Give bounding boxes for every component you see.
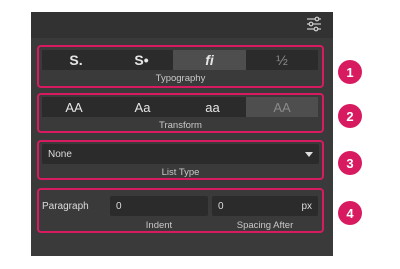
callout-badge-2: 2 [338,104,362,128]
indent-input[interactable]: 0 [110,196,208,216]
callout-badge-1: 1 [338,60,362,84]
list-type-value: None [48,148,72,160]
settings-sliders-icon[interactable] [305,15,323,33]
typography-caption: Typography [155,73,206,84]
callout-badge-4: 4 [338,201,362,225]
spacing-after-value: 0 [218,200,224,212]
paragraph-label: Paragraph [42,201,89,212]
transform-button-small-caps[interactable]: AA [246,97,318,117]
typography-button-superscript[interactable]: S• [110,50,173,70]
panel-header [31,12,333,38]
transform-caption: Transform [159,120,202,131]
list-type-caption: List Type [161,167,200,178]
transform-button-lowercase[interactable]: aa [179,97,246,117]
list-type-dropdown[interactable]: None [42,144,319,164]
spacing-after-input[interactable]: 0 px [212,196,318,216]
spacing-after-caption: Spacing After [236,220,294,231]
spacing-after-unit: px [301,200,312,212]
typography-button-ligatures[interactable]: fi [173,50,246,70]
typography-button-small-caps[interactable]: S. [42,50,110,70]
transform-button-capitalize[interactable]: Aa [106,97,179,117]
indent-caption: Indent [145,220,173,231]
transform-button-uppercase[interactable]: AA [42,97,106,117]
indent-value: 0 [116,200,122,212]
typography-button-fractions[interactable]: ½ [246,50,318,70]
chevron-down-icon [305,151,313,157]
callout-badge-3: 3 [338,151,362,175]
